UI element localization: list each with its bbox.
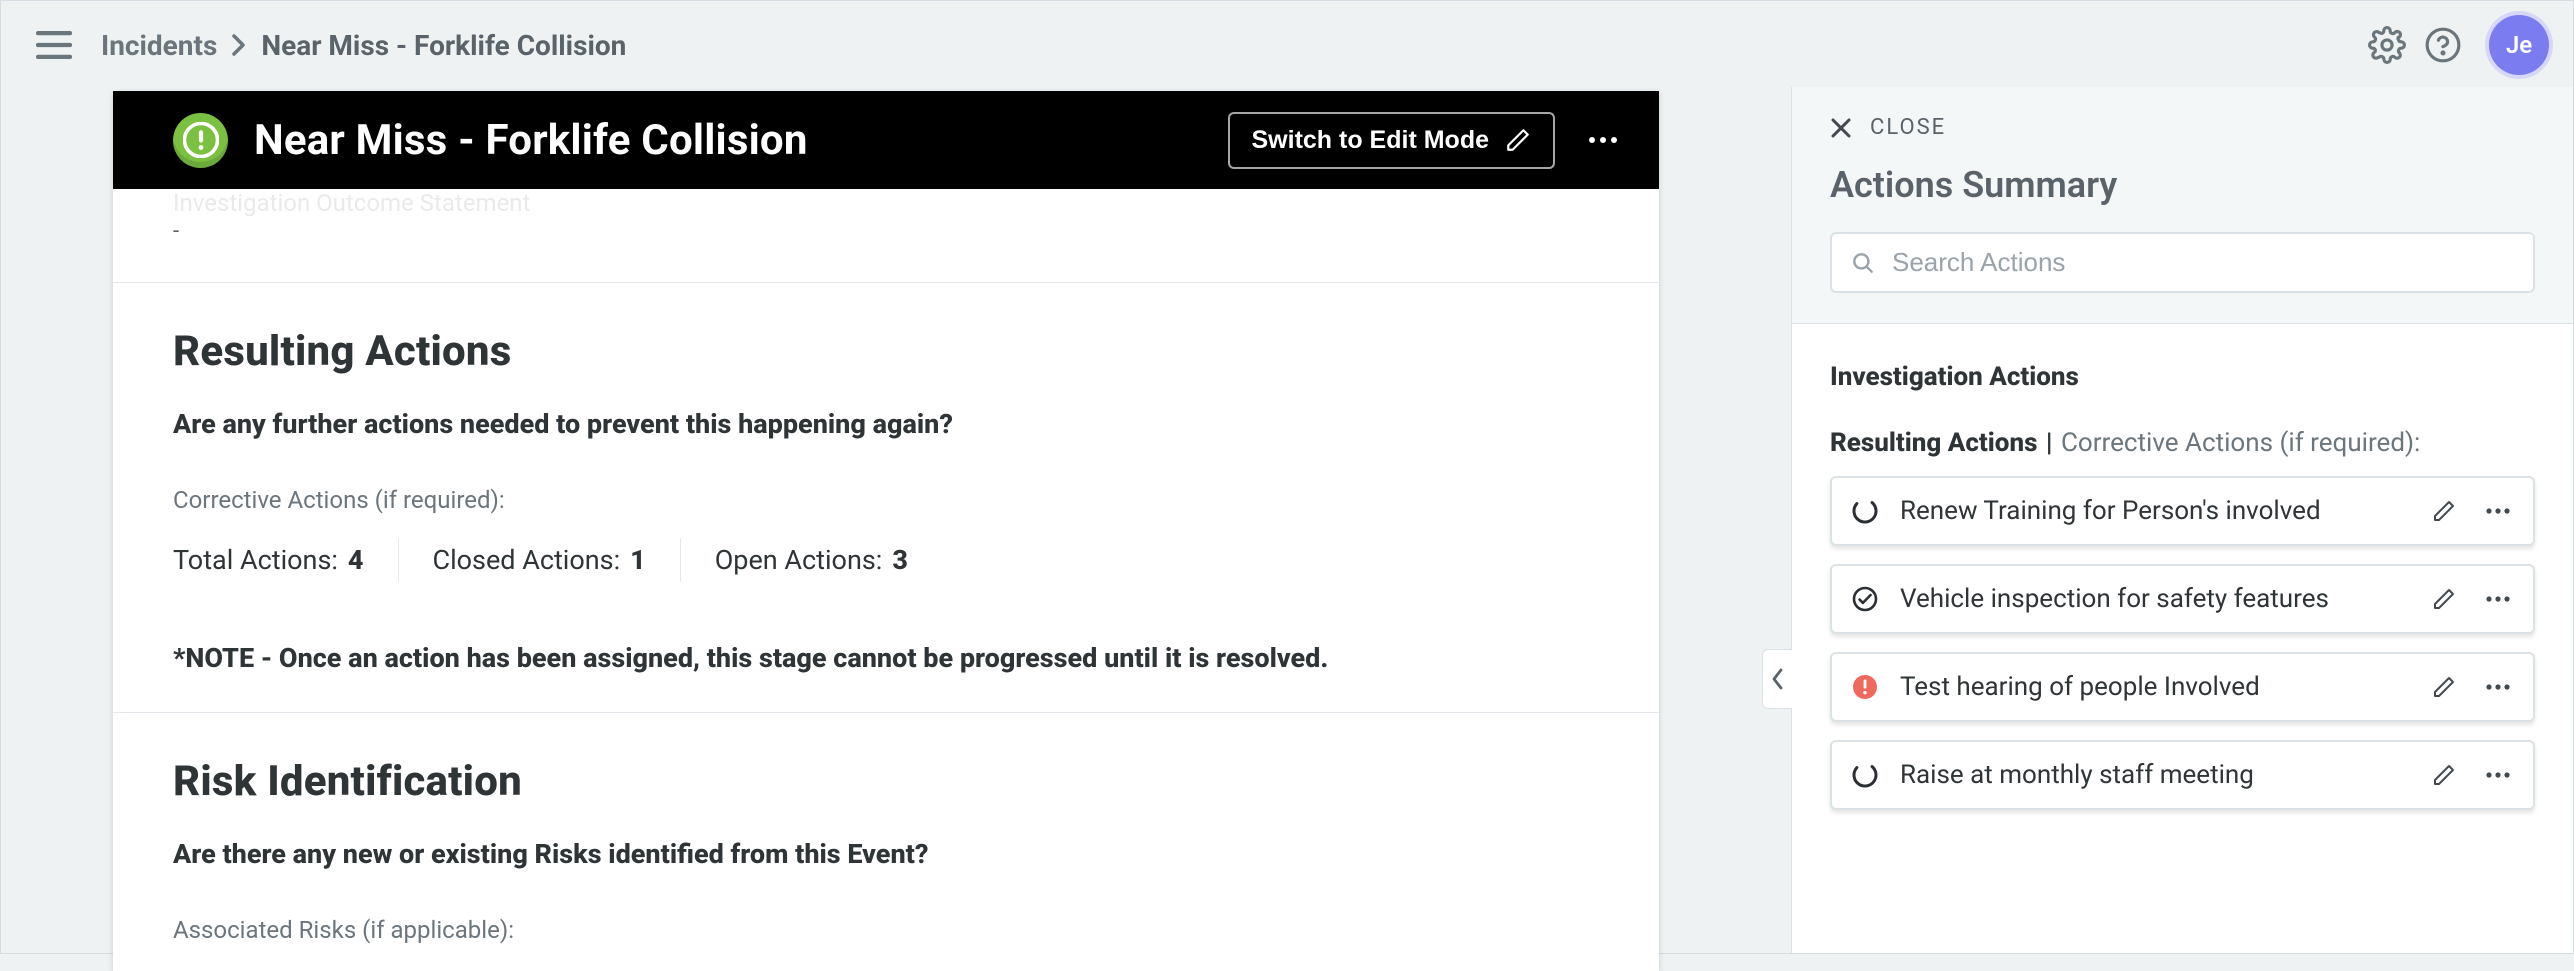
panel-header: CLOSE Actions Summary [1792, 87, 2573, 324]
divider [113, 712, 1659, 713]
menu-button[interactable] [29, 20, 79, 70]
pencil-icon [1505, 127, 1531, 153]
close-panel-button[interactable]: CLOSE [1830, 115, 2535, 140]
action-label: Vehicle inspection for safety features [1900, 584, 2407, 614]
stat-open-value: 3 [892, 544, 908, 576]
resulting-actions-subheading: Resulting Actions | Corrective Actions (… [1830, 428, 2535, 458]
topbar: Incidents Near Miss - Forklife Collision… [1, 1, 2573, 89]
action-status-icon [1850, 672, 1880, 702]
help-button[interactable] [2415, 17, 2471, 73]
breadcrumb-current: Near Miss - Forklife Collision [261, 29, 626, 62]
edit-action-button[interactable] [2427, 758, 2461, 792]
avatar[interactable]: Je [2489, 15, 2549, 75]
action-overflow-button[interactable] [2481, 670, 2515, 704]
switch-to-edit-button[interactable]: Switch to Edit Mode [1228, 112, 1556, 169]
investigation-actions-heading: Investigation Actions [1830, 362, 2535, 392]
action-overflow-button[interactable] [2481, 758, 2515, 792]
close-label: CLOSE [1870, 115, 1946, 140]
content-body: Investigation Outcome Statement - Result… [113, 189, 1659, 971]
content-card: Near Miss - Forklife Collision Switch to… [113, 91, 1659, 971]
chevron-right-icon [231, 33, 247, 57]
outcome-value: - [173, 219, 1599, 244]
actions-search[interactable] [1830, 232, 2535, 293]
action-status-icon [1850, 584, 1880, 614]
action-status-icon [1850, 496, 1880, 526]
action-list: Renew Training for Person's involved Vehi… [1830, 476, 2535, 810]
actions-panel-region: CLOSE Actions Summary Investigation Acti… [1791, 87, 2573, 953]
stat-total-value: 4 [348, 544, 364, 576]
resulting-actions-question: Are any further actions needed to preven… [173, 408, 1599, 440]
panel-body: Investigation Actions Resulting Actions … [1792, 324, 2573, 856]
edit-button-label: Switch to Edit Mode [1252, 126, 1490, 155]
divider [680, 538, 681, 582]
stat-open: Open Actions: 3 [715, 544, 908, 576]
divider [113, 282, 1659, 283]
stage-note: *NOTE - Once an action has been assigned… [173, 642, 1599, 674]
associated-risks-label: Associated Risks (if applicable): [173, 916, 1599, 944]
content-header: Near Miss - Forklife Collision Switch to… [113, 91, 1659, 189]
settings-button[interactable] [2359, 17, 2415, 73]
collapse-panel-button[interactable] [1762, 649, 1792, 709]
panel-title: Actions Summary [1830, 164, 2535, 206]
overflow-menu-button[interactable] [1581, 118, 1625, 162]
outcome-label: Investigation Outcome Statement [173, 189, 1599, 217]
action-item[interactable]: Vehicle inspection for safety features [1830, 564, 2535, 634]
action-label: Test hearing of people Involved [1900, 672, 2407, 702]
action-overflow-button[interactable] [2481, 582, 2515, 616]
stat-total-label: Total Actions: [173, 544, 338, 576]
action-stats: Total Actions: 4 Closed Actions: 1 Open … [173, 538, 1599, 582]
stat-open-label: Open Actions: [715, 544, 883, 576]
search-icon [1850, 250, 1876, 276]
divider [398, 538, 399, 582]
breadcrumb: Incidents Near Miss - Forklife Collision [101, 29, 626, 62]
page-title: Near Miss - Forklife Collision [254, 116, 808, 165]
actions-summary-panel: CLOSE Actions Summary Investigation Acti… [1791, 87, 2573, 953]
stat-total: Total Actions: 4 [173, 544, 364, 576]
resulting-actions-title: Resulting Actions [173, 327, 1599, 376]
close-icon [1830, 117, 1852, 139]
corrective-actions-label: Corrective Actions (if required): [173, 486, 1599, 514]
stat-closed: Closed Actions: 1 [433, 544, 646, 576]
action-status-icon [1850, 760, 1880, 790]
risk-question: Are there any new or existing Risks iden… [173, 838, 1599, 870]
edit-action-button[interactable] [2427, 670, 2461, 704]
action-item[interactable]: Test hearing of people Involved [1830, 652, 2535, 722]
edit-action-button[interactable] [2427, 582, 2461, 616]
edit-action-button[interactable] [2427, 494, 2461, 528]
stat-closed-label: Closed Actions: [433, 544, 621, 576]
actions-search-input[interactable] [1890, 246, 2515, 279]
event-type-icon [173, 113, 228, 168]
subheading-separator: | [2039, 428, 2059, 458]
action-item[interactable]: Renew Training for Person's involved [1830, 476, 2535, 546]
subheading-bold: Resulting Actions [1830, 428, 2037, 458]
breadcrumb-root[interactable]: Incidents [101, 29, 217, 62]
stat-closed-value: 1 [630, 544, 646, 576]
action-overflow-button[interactable] [2481, 494, 2515, 528]
risk-identification-title: Risk Identification [173, 757, 1599, 806]
action-item[interactable]: Raise at monthly staff meeting [1830, 740, 2535, 810]
action-label: Renew Training for Person's involved [1900, 496, 2407, 526]
subheading-light: Corrective Actions (if required): [2061, 428, 2420, 458]
action-label: Raise at monthly staff meeting [1900, 760, 2407, 790]
